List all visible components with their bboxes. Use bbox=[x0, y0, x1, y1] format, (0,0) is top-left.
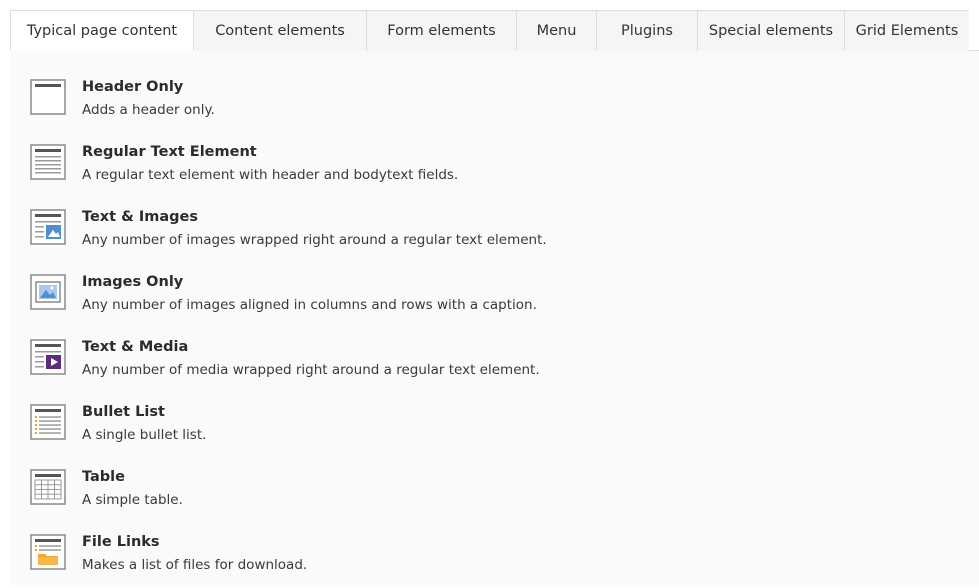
text-images-icon bbox=[30, 209, 66, 245]
file-links-icon bbox=[30, 534, 66, 570]
item-title: Bullet List bbox=[82, 404, 165, 420]
list-item-text-images[interactable]: Text & Images Any number of images wrapp… bbox=[10, 201, 979, 263]
item-description: A simple table. bbox=[82, 492, 183, 508]
tab-bar: Typical page content Content elements Fo… bbox=[10, 10, 979, 51]
list-item-text-media[interactable]: Text & Media Any number of media wrapped… bbox=[10, 331, 979, 393]
list-item-header-only[interactable]: Header Only Adds a header only. bbox=[10, 71, 979, 133]
item-description: A single bullet list. bbox=[82, 427, 207, 443]
tab-form-elements[interactable]: Form elements bbox=[367, 10, 517, 51]
item-title: Images Only bbox=[82, 274, 184, 290]
list-item-table[interactable]: Table A simple table. bbox=[10, 461, 979, 523]
text-media-icon bbox=[30, 339, 66, 375]
item-description: Adds a header only. bbox=[82, 102, 215, 118]
item-description: Makes a list of files for download. bbox=[82, 557, 308, 573]
item-description: A regular text element with header and b… bbox=[82, 167, 459, 183]
item-title: File Links bbox=[82, 534, 160, 550]
item-description: Any number of images aligned in columns … bbox=[82, 297, 537, 313]
item-title: Header Only bbox=[82, 79, 184, 95]
item-title: Text & Images bbox=[82, 209, 198, 225]
tab-plugins[interactable]: Plugins bbox=[597, 10, 698, 51]
tab-typical-page-content[interactable]: Typical page content bbox=[10, 10, 194, 51]
regular-text-icon bbox=[30, 144, 66, 180]
list-item-bullet-list[interactable]: Bullet List A single bullet list. bbox=[10, 396, 979, 458]
tab-content-elements[interactable]: Content elements bbox=[194, 10, 367, 51]
tab-menu[interactable]: Menu bbox=[517, 10, 597, 51]
item-description: Any number of images wrapped right aroun… bbox=[82, 232, 547, 248]
content-element-list: Header Only Adds a header only. Regular … bbox=[10, 51, 979, 585]
list-item-file-links[interactable]: File Links Makes a list of files for dow… bbox=[10, 526, 979, 588]
item-title: Text & Media bbox=[82, 339, 189, 355]
tab-special-elements[interactable]: Special elements bbox=[698, 10, 845, 51]
item-description: Any number of media wrapped right around… bbox=[82, 362, 540, 378]
images-only-icon bbox=[30, 274, 66, 310]
list-item-images-only[interactable]: Images Only Any number of images aligned… bbox=[10, 266, 979, 328]
table-icon bbox=[30, 469, 66, 505]
bullet-list-icon bbox=[30, 404, 66, 440]
list-item-regular-text[interactable]: Regular Text Element A regular text elem… bbox=[10, 136, 979, 198]
item-title: Regular Text Element bbox=[82, 144, 257, 160]
tab-grid-elements[interactable]: Grid Elements bbox=[845, 10, 969, 51]
header-only-icon bbox=[30, 79, 66, 115]
item-title: Table bbox=[82, 469, 125, 485]
